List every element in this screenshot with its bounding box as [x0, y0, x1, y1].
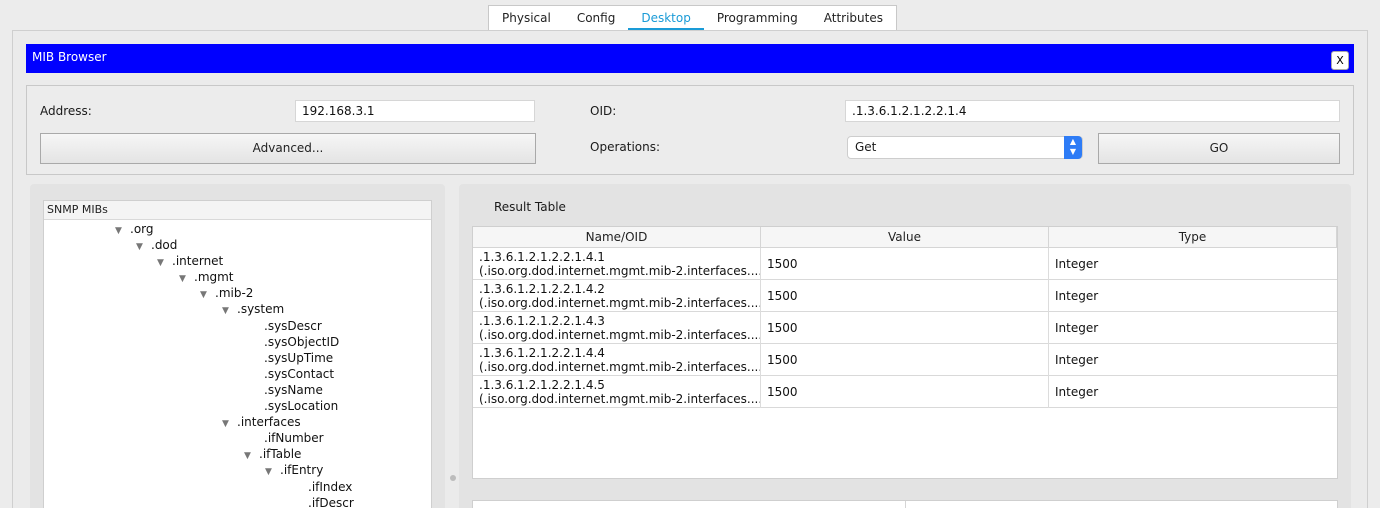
tree-node-label: .org — [130, 222, 154, 236]
tab-config[interactable]: Config — [564, 6, 629, 30]
tree-node-ifentry[interactable]: ▼ .ifEntry — [265, 462, 323, 478]
oid-name: (.iso.org.dod.internet.mgmt.mib-2.interf… — [479, 328, 761, 342]
column-header-type[interactable]: Type — [1049, 227, 1337, 248]
tree-node-label: .dod — [151, 238, 178, 252]
triangle-down-icon[interactable]: ▼ — [115, 223, 130, 239]
triangle-down-icon[interactable]: ▼ — [179, 271, 194, 287]
oid-number: .1.3.6.1.2.1.2.2.1.4.2 — [479, 282, 605, 296]
type-cell: Integer — [1055, 289, 1099, 303]
tree-node-system[interactable]: ▼ .system — [222, 301, 284, 317]
tree-node-mgmt[interactable]: ▼ .mgmt — [179, 269, 234, 285]
query-form: Address: 192.168.3.1 Advanced... OID: .1… — [26, 85, 1354, 175]
oid-cell: .1.3.6.1.2.1.2.2.1.4.1 (.iso.org.dod.inte… — [473, 248, 761, 280]
go-button[interactable]: GO — [1098, 133, 1340, 164]
oid-number: .1.3.6.1.2.1.2.2.1.4.4 — [479, 346, 605, 360]
tab-desktop[interactable]: Desktop — [628, 6, 704, 31]
tree-node-mib-2[interactable]: ▼ .mib-2 — [200, 285, 253, 301]
tree-node-dod[interactable]: ▼ .dod — [136, 237, 177, 253]
advanced-button[interactable]: Advanced... — [40, 133, 536, 164]
tree-node-label: .mib-2 — [215, 286, 254, 300]
table-row[interactable]: .1.3.6.1.2.1.2.2.1.4.2 (.iso.org.dod.inte… — [473, 280, 1337, 312]
operations-label: Operations: — [590, 140, 661, 154]
tree-node-sysobjectid[interactable]: .sysObjectID — [264, 334, 339, 350]
tree-node-label: .internet — [172, 254, 224, 268]
table-row[interactable]: .1.3.6.1.2.1.2.2.1.4.4 (.iso.org.dod.inte… — [473, 344, 1337, 376]
triangle-down-icon[interactable]: ▼ — [265, 464, 280, 480]
tree-node-sysdescr[interactable]: .sysDescr — [264, 318, 322, 334]
oid-name: (.iso.org.dod.internet.mgmt.mib-2.interf… — [479, 360, 761, 374]
tree-node-interfaces[interactable]: ▼ .interfaces — [222, 414, 301, 430]
type-cell: Integer — [1055, 385, 1099, 399]
oid-name: (.iso.org.dod.internet.mgmt.mib-2.interf… — [479, 296, 761, 310]
tree-node-label: .mgmt — [194, 270, 234, 284]
value-cell: 1500 — [761, 344, 1049, 376]
oid-number: .1.3.6.1.2.1.2.2.1.4.5 — [479, 378, 605, 392]
table-row[interactable]: .1.3.6.1.2.1.2.2.1.4.5 (.iso.org.dod.inte… — [473, 376, 1337, 408]
tree-node-label: .system — [237, 302, 285, 316]
mib-browser-titlebar: MIB Browser X — [26, 44, 1354, 73]
splitter-handle[interactable] — [450, 475, 456, 481]
window-title: MIB Browser — [32, 50, 107, 64]
column-header-value[interactable]: Value — [761, 227, 1049, 248]
value-cell: 1500 — [761, 248, 1049, 280]
oid-cell: .1.3.6.1.2.1.2.2.1.4.4 (.iso.org.dod.inte… — [473, 344, 761, 376]
value-cell: 1500 — [761, 312, 1049, 344]
result-table-title: Result Table — [494, 200, 566, 214]
type-cell: Integer — [1055, 321, 1099, 335]
oid-name: (.iso.org.dod.internet.mgmt.mib-2.interf… — [479, 264, 761, 278]
tree-node-sysname[interactable]: .sysName — [264, 382, 323, 398]
mib-tree[interactable]: SNMP MIBs ▼ .org ▼ .dod ▼ .internet ▼ .mgmt … — [43, 200, 432, 508]
tree-node-label: .ifTable — [259, 447, 302, 461]
close-button[interactable]: X — [1331, 51, 1349, 70]
tree-node-ifdescr[interactable]: .ifDescr — [308, 495, 354, 508]
oid-name: (.iso.org.dod.internet.mgmt.mib-2.interf… — [479, 392, 761, 406]
tree-node-label: .ifEntry — [280, 463, 324, 477]
tree-node-sysuptime[interactable]: .sysUpTime — [264, 350, 333, 366]
tab-physical[interactable]: Physical — [489, 6, 564, 30]
oid-number: .1.3.6.1.2.1.2.2.1.4.1 — [479, 250, 605, 264]
oid-cell: .1.3.6.1.2.1.2.2.1.4.2 (.iso.org.dod.inte… — [473, 280, 761, 312]
address-field[interactable]: 192.168.3.1 — [295, 100, 535, 122]
lower-table — [472, 500, 1338, 508]
tree-node-internet[interactable]: ▼ .internet — [157, 253, 223, 269]
oid-number: .1.3.6.1.2.1.2.2.1.4.3 — [479, 314, 605, 328]
oid-cell: .1.3.6.1.2.1.2.2.1.4.3 (.iso.org.dod.inte… — [473, 312, 761, 344]
type-cell: Integer — [1055, 353, 1099, 367]
table-row[interactable]: .1.3.6.1.2.1.2.2.1.4.1 (.iso.org.dod.inte… — [473, 248, 1337, 280]
tab-bar: Physical Config Desktop Programming Attr… — [488, 5, 897, 31]
triangle-down-icon[interactable]: ▼ — [222, 416, 237, 432]
column-header-name-oid[interactable]: Name/OID — [473, 227, 761, 248]
triangle-down-icon[interactable]: ▼ — [136, 239, 151, 255]
table-row[interactable]: .1.3.6.1.2.1.2.2.1.4.3 (.iso.org.dod.inte… — [473, 312, 1337, 344]
tree-node-org[interactable]: ▼ .org — [115, 221, 154, 237]
result-table: Name/OID Value Type .1.3.6.1.2.1.2.2.1.4… — [472, 226, 1338, 479]
tree-node-ifindex[interactable]: .ifIndex — [308, 479, 352, 495]
tree-node-ifnumber[interactable]: .ifNumber — [264, 430, 324, 446]
triangle-down-icon[interactable]: ▼ — [222, 303, 237, 319]
operations-selected-value: Get — [855, 140, 877, 154]
value-cell: 1500 — [761, 280, 1049, 312]
value-cell: 1500 — [761, 376, 1049, 408]
tree-node-syscontact[interactable]: .sysContact — [264, 366, 334, 382]
tree-node-iftable[interactable]: ▼ .ifTable — [244, 446, 301, 462]
tree-header: SNMP MIBs — [44, 201, 431, 220]
triangle-down-icon[interactable]: ▼ — [200, 287, 215, 303]
oid-cell: .1.3.6.1.2.1.2.2.1.4.5 (.iso.org.dod.inte… — [473, 376, 761, 408]
column-divider — [905, 501, 906, 508]
oid-field[interactable]: .1.3.6.1.2.1.2.2.1.4 — [845, 100, 1340, 122]
tab-programming[interactable]: Programming — [704, 6, 811, 30]
type-cell: Integer — [1055, 257, 1099, 271]
triangle-down-icon[interactable]: ▼ — [157, 255, 172, 271]
oid-label: OID: — [590, 104, 617, 118]
tree-node-syslocation[interactable]: .sysLocation — [264, 398, 338, 414]
operations-select[interactable]: Get ▲ ▼ — [847, 136, 1083, 159]
address-label: Address: — [40, 104, 92, 118]
tab-attributes[interactable]: Attributes — [811, 6, 896, 30]
up-down-arrows-icon: ▲ ▼ — [1064, 136, 1082, 159]
triangle-down-icon[interactable]: ▼ — [244, 448, 259, 464]
tree-node-label: .interfaces — [237, 415, 301, 429]
